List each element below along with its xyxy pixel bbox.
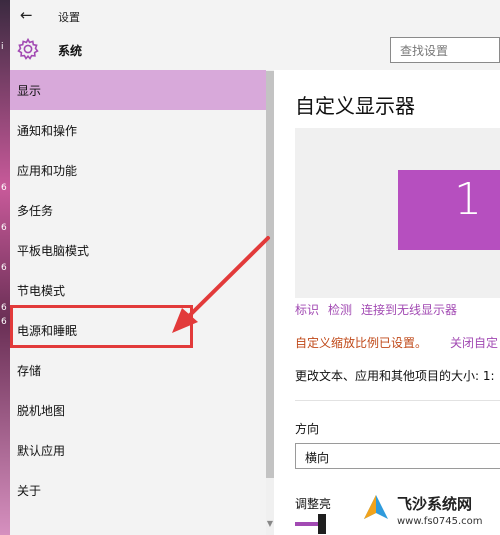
sidebar-scrollbar-thumb[interactable] <box>266 71 274 478</box>
sidebar-item-label: 存储 <box>17 364 42 378</box>
watermark-logo-icon <box>364 495 388 519</box>
watermark: 飞沙系统网 www.fs0745.com <box>357 489 500 535</box>
desktop-edge-glyph: 6 <box>1 317 7 327</box>
app-title: 设置 <box>58 11 80 24</box>
display-settings-panel: 自定义显示器 1 标识 检测 连接到无线显示器 自定义缩放比例已设置。 关闭自定 更… <box>274 70 500 535</box>
sidebar-item-display[interactable]: 显示 <box>10 70 266 110</box>
gear-icon <box>17 37 39 60</box>
watermark-name: 飞沙系统网 <box>397 495 473 513</box>
section-title: 系统 <box>58 44 83 58</box>
display-links: 标识 检测 连接到无线显示器 <box>295 301 500 317</box>
sidebar-item-label: 应用和功能 <box>17 164 78 178</box>
sidebar: 显示 通知和操作 应用和功能 多任务 平板电脑模式 节电模式 电源和睡眠 存储 … <box>10 70 266 535</box>
turn-off-custom-scaling-link[interactable]: 关闭自定 <box>450 334 498 351</box>
sidebar-item-multitasking[interactable]: 多任务 <box>10 190 266 230</box>
divider <box>295 400 500 401</box>
desktop-edge-glyph: 6 <box>1 303 7 313</box>
monitor-tile[interactable]: 1 <box>398 170 500 250</box>
monitor-number: 1 <box>454 174 482 225</box>
brightness-label: 调整亮 <box>295 497 332 511</box>
sidebar-item-label: 节电模式 <box>17 284 66 298</box>
sidebar-item-label: 通知和操作 <box>17 124 78 138</box>
desktop-edge-glyph: 6 <box>1 263 7 273</box>
desktop-background: i 6 6 6 6 6 <box>0 0 10 535</box>
sidebar-item-offline-maps[interactable]: 脱机地图 <box>10 390 266 430</box>
connect-wireless-display-link[interactable]: 连接到无线显示器 <box>361 301 457 318</box>
settings-window: ← 设置 系统 查找设置 显示 通知和操作 应用和功能 多任务 平板电脑模式 节… <box>10 0 500 535</box>
custom-scaling-notice: 自定义缩放比例已设置。 关闭自定 <box>295 334 500 351</box>
annotation-highlight-box <box>10 305 193 348</box>
scroll-down-icon[interactable]: ▼ <box>266 519 274 533</box>
sidebar-item-tablet-mode[interactable]: 平板电脑模式 <box>10 230 266 270</box>
orientation-dropdown[interactable]: 横向 <box>295 443 500 469</box>
back-arrow-icon[interactable]: ← <box>20 6 33 24</box>
sidebar-item-apps[interactable]: 应用和功能 <box>10 150 266 190</box>
sidebar-item-label: 显示 <box>17 84 42 98</box>
sidebar-item-label: 多任务 <box>17 204 54 218</box>
watermark-url: www.fs0745.com <box>397 516 483 527</box>
search-input[interactable]: 查找设置 <box>390 37 500 63</box>
page-title: 自定义显示器 <box>295 94 415 118</box>
sidebar-item-notifications[interactable]: 通知和操作 <box>10 110 266 150</box>
display-preview: 1 <box>295 128 500 298</box>
orientation-label: 方向 <box>295 422 320 436</box>
title-bar: ← 设置 <box>10 0 500 32</box>
sidebar-item-battery-saver[interactable]: 节电模式 <box>10 270 266 310</box>
detect-link[interactable]: 检测 <box>328 301 352 318</box>
desktop-edge-glyph: 6 <box>1 223 7 233</box>
scale-label: 更改文本、应用和其他项目的大小: 1: <box>295 369 495 383</box>
page-header: 系统 查找设置 <box>10 32 500 70</box>
brightness-slider-thumb[interactable] <box>318 514 326 534</box>
sidebar-item-label: 默认应用 <box>17 444 66 458</box>
desktop-edge-glyph: 6 <box>1 183 7 193</box>
sidebar-item-label: 关于 <box>17 484 42 498</box>
desktop-edge-glyph: i <box>1 42 4 52</box>
notice-text: 自定义缩放比例已设置。 <box>295 336 428 350</box>
sidebar-item-storage[interactable]: 存储 <box>10 350 266 390</box>
sidebar-item-label: 平板电脑模式 <box>17 244 90 258</box>
sidebar-item-label: 脱机地图 <box>17 404 66 418</box>
sidebar-item-default-apps[interactable]: 默认应用 <box>10 430 266 470</box>
sidebar-item-about[interactable]: 关于 <box>10 470 266 510</box>
identify-link[interactable]: 标识 <box>295 301 319 318</box>
